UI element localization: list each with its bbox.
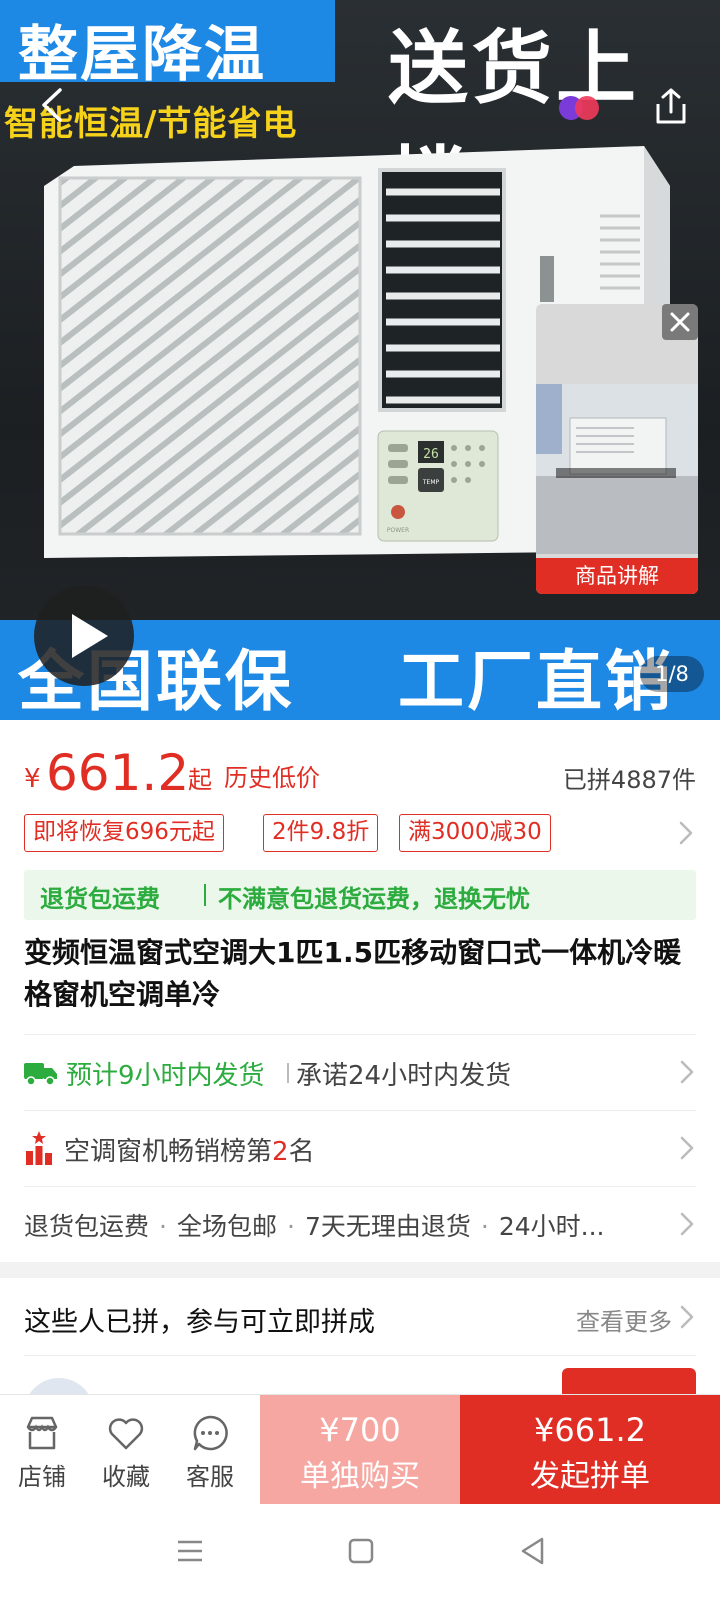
bottom-action-bar: 店铺 收藏 客服 ¥700 单独购买 ¥661.2 发起拼单: [0, 1394, 720, 1505]
back-triangle-icon[interactable]: [520, 1536, 546, 1566]
group-buy-title: 这些人已拼，参与可立即拼成: [24, 1307, 375, 1338]
promo-restore-price[interactable]: 即将恢复696元起: [24, 814, 224, 852]
chevron-right-icon[interactable]: [678, 1059, 696, 1085]
price-suffix: 起: [188, 766, 212, 794]
ranking-suffix: 名: [288, 1137, 315, 1167]
start-group-buy-button[interactable]: ¥661.2 发起拼单: [460, 1395, 720, 1505]
shop-icon: [26, 1416, 58, 1450]
ac-temp-button-label: TEMP: [422, 479, 440, 486]
banner-whole-house-cooling: 整屋降温: [0, 0, 335, 90]
divider: [287, 1063, 289, 1083]
service-item: 24小时...: [498, 1212, 605, 1241]
image-counter: 1/8: [640, 656, 704, 692]
chevron-right-icon[interactable]: [678, 1304, 696, 1330]
heart-icon: [108, 1418, 144, 1450]
refund-banner-left: 退货包运费: [40, 885, 160, 913]
divider: [204, 884, 206, 906]
promo-full-reduction[interactable]: 满3000减30: [399, 814, 551, 852]
service-item: 退货包运费: [24, 1212, 150, 1241]
banner-text: 整屋降温: [18, 20, 266, 90]
service-item: 全场包邮: [176, 1212, 277, 1241]
group-label: 发起拼单: [530, 1459, 650, 1494]
promo-discount[interactable]: 2件9.8折: [263, 814, 379, 852]
product-explain-label[interactable]: 商品讲解: [536, 558, 698, 594]
shop-button[interactable]: 店铺: [0, 1395, 84, 1505]
solo-price: ¥700: [319, 1411, 401, 1449]
chevron-right-icon[interactable]: [678, 1211, 696, 1237]
group-buy-header[interactable]: 这些人已拼，参与可立即拼成 查看更多: [24, 1278, 696, 1356]
product-video-preview[interactable]: 商品讲解: [536, 304, 698, 594]
shipping-row[interactable]: 预计9小时内发货 承诺24小时内发货: [24, 1034, 696, 1110]
solo-label: 单独购买: [300, 1459, 420, 1494]
customer-service-label: 客服: [186, 1463, 234, 1491]
section-divider: [0, 1262, 720, 1278]
chat-icon: [193, 1415, 228, 1451]
price-history-low-tag: 历史低价: [224, 764, 320, 792]
refund-banner-right: 不满意包退货运费，退换无忧: [218, 885, 530, 913]
truck-icon: [24, 1063, 57, 1086]
chevron-right-icon[interactable]: [678, 1135, 696, 1161]
promo-row[interactable]: 即将恢复696元起 2件9.8折 满3000减30: [24, 814, 696, 854]
shipping-estimate: 预计9小时内发货: [66, 1061, 265, 1091]
home-icon[interactable]: [348, 1538, 374, 1564]
play-video-icon[interactable]: [34, 586, 134, 686]
banner-factory-direct-text: 工厂直销: [398, 643, 674, 720]
close-video-icon[interactable]: [662, 304, 698, 340]
ranking-text: 空调窗机畅销榜第2名: [64, 1131, 315, 1168]
price-value: 661.2: [46, 744, 190, 802]
see-more-link[interactable]: 查看更多: [576, 1302, 672, 1337]
chevron-right-icon[interactable]: [676, 820, 696, 846]
ranking-chart-icon: [26, 1131, 52, 1165]
menu-icon[interactable]: [176, 1538, 204, 1564]
ranking-row[interactable]: 空调窗机畅销榜第2名: [24, 1110, 696, 1186]
share-icon[interactable]: [648, 84, 694, 130]
shipping-promise: 承诺24小时内发货: [296, 1061, 512, 1091]
ranking-prefix: 空调窗机畅销榜第: [64, 1137, 273, 1167]
product-title: 变频恒温窗式空调大1匹1.5匹移动窗口式一体机冷暖格窗机空调单冷: [24, 936, 682, 1011]
system-navigation-bar: [0, 1504, 720, 1600]
product-gallery[interactable]: 整屋降温 智能恒温/节能省电 送货上楼 26 TEMP: [0, 0, 720, 720]
video-thumbnail: [536, 384, 698, 554]
brand-logo-icon: [559, 96, 599, 120]
service-item: 7天无理由退货: [304, 1212, 471, 1241]
ac-power-label: POWER: [387, 527, 409, 534]
price-row: ¥ 661.2 起 历史低价 已拼4887件: [24, 742, 696, 802]
price-currency: ¥: [24, 764, 41, 794]
service-guarantee-row[interactable]: 退货包运费 · 全场包邮 · 7天无理由退货 · 24小时...: [24, 1186, 696, 1262]
favorite-button[interactable]: 收藏: [84, 1395, 168, 1505]
back-arrow-icon[interactable]: [30, 82, 76, 128]
ac-display: 26: [423, 447, 439, 462]
shop-label: 店铺: [18, 1463, 66, 1491]
customer-service-button[interactable]: 客服: [168, 1395, 252, 1505]
buy-alone-button[interactable]: ¥700 单独购买: [260, 1395, 460, 1505]
group-price: ¥661.2: [534, 1411, 646, 1449]
ranking-number: 2: [272, 1137, 289, 1167]
refund-shipping-banner: 退货包运费 不满意包退货运费，退换无忧: [24, 870, 696, 920]
sold-count: 已拼4887件: [562, 766, 696, 794]
favorite-label: 收藏: [102, 1463, 150, 1491]
service-list: 退货包运费 · 全场包邮 · 7天无理由退货 · 24小时...: [24, 1212, 605, 1241]
